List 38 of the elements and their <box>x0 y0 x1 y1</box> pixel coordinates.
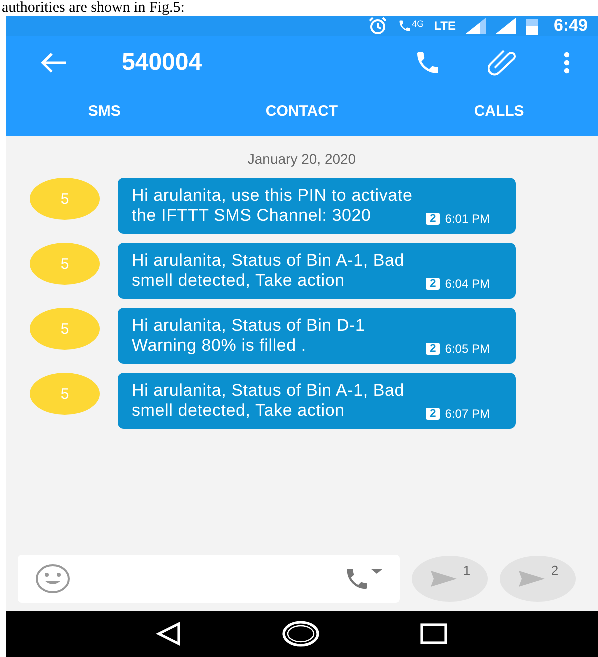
message-text: Hi arulanita, use this PIN to activate the IFTTT SMS Channel: 3020 <box>132 186 414 226</box>
recent-apps-square-icon[interactable] <box>420 623 448 645</box>
signal-icon <box>466 18 486 34</box>
signal-icon <box>496 18 516 34</box>
sim-badge: 2 <box>426 213 440 225</box>
avatar: 5 <box>30 373 100 415</box>
sim-badge: 2 <box>426 343 440 355</box>
back-triangle-icon[interactable] <box>156 622 182 646</box>
message-time: 6:05 PM <box>445 342 490 356</box>
document-text: authorities are shown in Fig.5: <box>1 0 185 16</box>
date-header: January 20, 2020 <box>246 151 358 167</box>
message-input-field[interactable] <box>18 555 400 603</box>
sim-badge: 2 <box>426 408 440 420</box>
avatar: 5 <box>30 243 100 285</box>
message-text: Hi arulanita, Status of Bin D-1 Warning 80% is filled . <box>132 316 366 356</box>
message-time: 6:07 PM <box>445 407 490 421</box>
clock-time: 6:49 <box>554 16 588 36</box>
more-options-icon[interactable] <box>564 52 570 74</box>
lte-label: LTE <box>434 19 456 33</box>
phone-icon <box>398 19 412 33</box>
message-text: Hi arulanita, Status of Bin A-1, Bad smell detected, Take action <box>132 251 406 291</box>
tab[interactable]: SMS <box>6 90 204 136</box>
message-time: 6:04 PM <box>445 277 490 291</box>
sim-badge: 2 <box>426 278 440 290</box>
avatar: 5 <box>30 308 100 350</box>
tab[interactable]: CALLS <box>400 90 598 136</box>
home-circle-icon[interactable] <box>282 621 320 647</box>
alarm-clock-icon <box>368 17 388 35</box>
message-text: Hi arulanita, Status of Bin A-1, Bad smell detected, Take action <box>132 381 406 421</box>
message-time: 6:01 PM <box>445 212 490 226</box>
paperclip-icon[interactable] <box>488 49 518 77</box>
tab[interactable]: CONTACT <box>203 90 401 136</box>
battery-icon <box>526 17 538 35</box>
back-arrow-icon[interactable] <box>40 52 68 74</box>
contact-title: 540004 <box>122 49 204 77</box>
network-type-label: 4G <box>412 19 424 29</box>
avatar: 5 <box>30 178 100 220</box>
smiley-icon[interactable] <box>36 564 70 594</box>
